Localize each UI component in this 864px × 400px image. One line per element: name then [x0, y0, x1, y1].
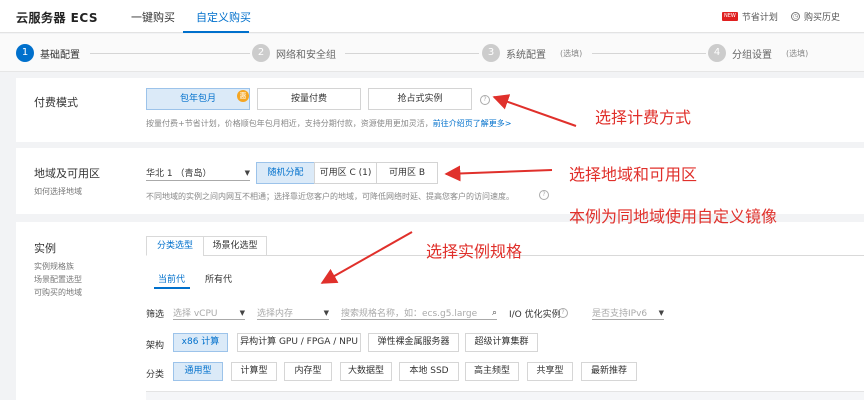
annotation-arrows — [320, 94, 577, 284]
annotation-billing: 选择计费方式 — [595, 108, 692, 127]
annotation-region: 选择地域和可用区 — [569, 165, 698, 184]
arrow-billing — [492, 94, 577, 127]
annotation-instance: 选择实例规格 — [426, 242, 523, 261]
annotation-image: 本例为同地域使用自定义镜像 — [569, 207, 778, 226]
arrow-region — [444, 165, 553, 182]
arrow-instance — [320, 231, 413, 284]
